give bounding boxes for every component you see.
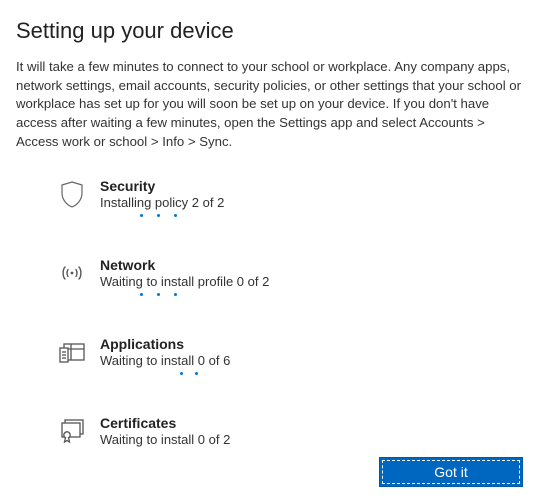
footer: Got it (379, 457, 523, 487)
wireless-icon (58, 259, 86, 287)
item-security: Security Installing policy 2 of 2 (58, 178, 513, 217)
item-network-status: Waiting to install profile 0 of 2 (100, 274, 513, 289)
page-title: Setting up your device (16, 18, 523, 44)
shield-icon (58, 180, 86, 208)
page-description: It will take a few minutes to connect to… (16, 58, 523, 152)
applications-icon (58, 338, 86, 366)
item-applications-status: Waiting to install 0 of 6 (100, 353, 513, 368)
item-certificates: Certificates Waiting to install 0 of 2 (58, 415, 513, 447)
progress-dots (140, 293, 513, 296)
item-applications-title: Applications (100, 336, 513, 352)
progress-dots (180, 372, 513, 375)
item-certificates-status: Waiting to install 0 of 2 (100, 432, 513, 447)
setup-items: Security Installing policy 2 of 2 Networ… (16, 178, 523, 447)
certificate-icon (58, 417, 86, 445)
item-network: Network Waiting to install profile 0 of … (58, 257, 513, 296)
item-security-title: Security (100, 178, 513, 194)
got-it-button[interactable]: Got it (379, 457, 523, 487)
item-certificates-title: Certificates (100, 415, 513, 431)
item-network-title: Network (100, 257, 513, 273)
item-applications: Applications Waiting to install 0 of 6 (58, 336, 513, 375)
progress-dots (140, 214, 513, 217)
item-security-status: Installing policy 2 of 2 (100, 195, 513, 210)
